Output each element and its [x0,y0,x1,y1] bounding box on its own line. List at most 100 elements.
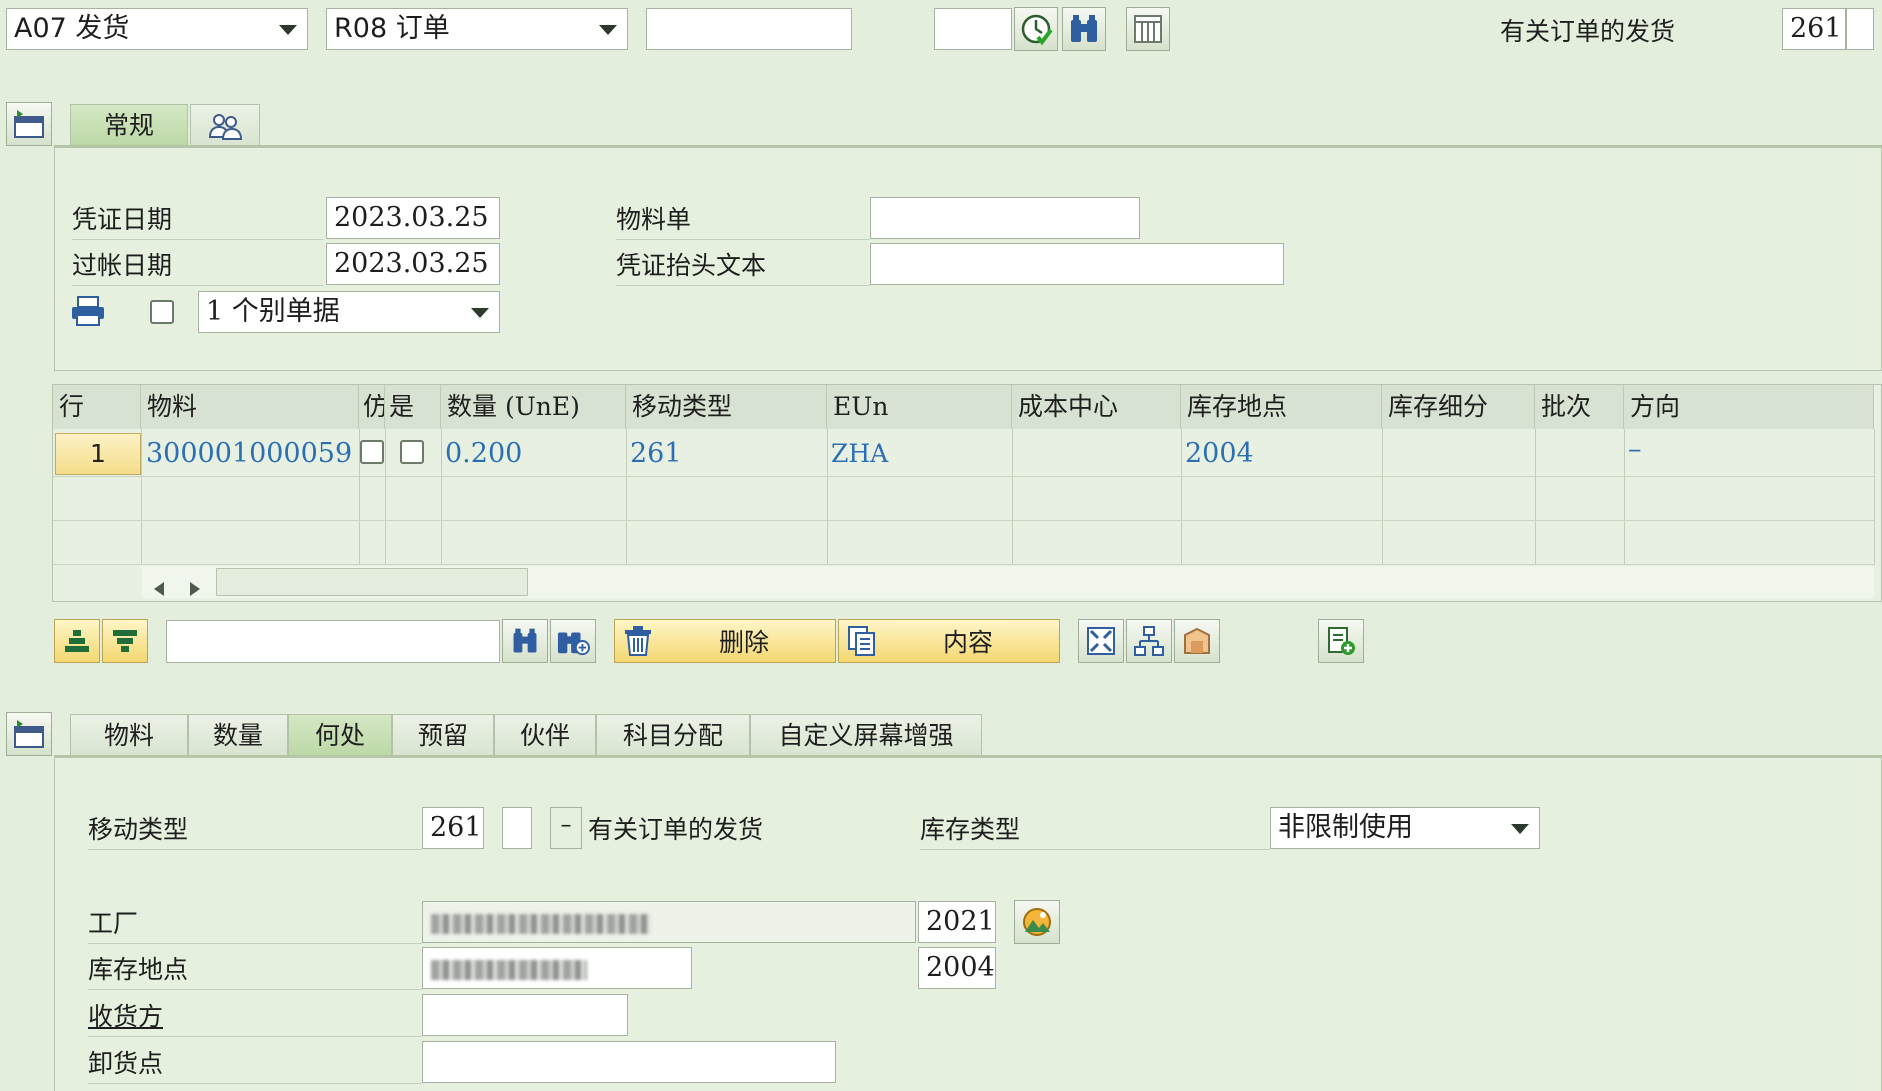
doc-date-label: 凭证日期 [72,200,324,240]
header-text-input[interactable] [870,243,1284,285]
movement-code[interactable]: 261 [1782,8,1846,50]
row-material[interactable]: 300001000059 [142,432,358,476]
plant-name [422,901,916,943]
print-option-value: 1 个别单据 [206,296,340,327]
tab-quantity[interactable]: 数量 [188,714,288,756]
row-line-number: 1 [90,439,106,468]
material-slip-label: 物料单 [616,200,870,240]
col-quantity: 数量 (UnE) [441,385,626,429]
stock-type-select[interactable]: 非限制使用 [1270,807,1540,849]
tab-material-label: 物料 [103,721,154,750]
find-next-icon[interactable] [550,619,596,663]
row-flag1-checkbox[interactable] [360,440,384,464]
row-cost-center[interactable] [1012,432,1180,476]
toggle-header-icon[interactable] [6,102,52,146]
mvt-type-special[interactable] [502,807,532,849]
action-select-value: A07 发货 [14,13,130,44]
doc-date-input[interactable]: 2023.03.25 [326,197,500,239]
scroll-left-icon[interactable] [152,574,166,603]
tab-material[interactable]: 物料 [70,714,188,756]
delete-button[interactable]: 删除 [614,619,836,663]
find-icon[interactable] [1062,7,1106,51]
post-date-label: 过帐日期 [72,246,324,286]
row-direction[interactable]: – [1624,428,1684,472]
deselect-all-icon[interactable] [102,619,148,663]
plant-label: 工厂 [88,904,422,944]
printer-icon[interactable] [70,295,106,333]
layout-icon[interactable] [1126,7,1170,51]
unload-point-input[interactable] [422,1041,836,1083]
tab-partner-detail[interactable]: 伙伴 [494,714,596,756]
col-movement-type: 移动类型 [626,385,827,429]
copy-icon [848,626,875,656]
tab-quantity-label: 数量 [212,721,263,750]
mvt-type-label: 移动类型 [88,810,422,850]
tab-general-label: 常规 [103,111,154,140]
check-icon[interactable] [1014,7,1058,51]
tab-general[interactable]: 常规 [70,104,188,146]
expand-icon[interactable] [1078,619,1124,663]
find-item-icon[interactable] [502,619,548,663]
scroll-thumb[interactable] [216,568,528,596]
tab-custom-enhancement[interactable]: 自定义屏幕增强 [750,714,982,756]
recipient-label[interactable]: 收货方 [88,997,422,1037]
mvt-type-input[interactable]: 261 [422,807,484,849]
add-document-icon[interactable] [1318,619,1364,663]
tab-account-assignment[interactable]: 科目分配 [596,714,750,756]
col-direction: 方向 [1624,385,1874,429]
storage-location-label: 库存地点 [88,950,422,990]
content-button[interactable]: 内容 [838,619,1060,663]
plant-overview-icon[interactable] [1014,900,1060,944]
storage-code-input[interactable]: 2004 [918,947,996,989]
row-stock-segment[interactable] [1382,432,1534,476]
item-search-input[interactable] [166,620,500,663]
plant-code-input[interactable]: 2021 [918,901,996,943]
col-unit: EUn [827,385,1012,429]
tab-reservation-label: 预留 [417,721,468,750]
storage-location-name [422,947,692,989]
row-selector[interactable]: 1 [55,433,141,475]
recipient-input[interactable] [422,994,628,1036]
print-option-select[interactable]: 1 个别单据 [198,291,500,333]
movement-extra[interactable] [1846,8,1874,50]
stock-type-label: 库存类型 [920,810,1270,850]
tab-account-assignment-label: 科目分配 [622,721,723,750]
col-stock-segment: 库存细分 [1382,385,1535,429]
action-select[interactable]: A07 发货 [6,8,308,50]
reference-select[interactable]: R08 订单 [326,8,628,50]
delete-label: 删除 [719,628,770,657]
tab-reservation[interactable]: 预留 [392,714,494,756]
tab-partner[interactable] [190,104,260,146]
material-slip-input[interactable] [870,197,1140,239]
header-text-label: 凭证抬头文本 [616,246,870,286]
row-movement-type[interactable]: 261 [626,432,826,476]
content-label: 内容 [943,628,994,657]
mvt-type-text: 有关订单的发货 [588,815,764,844]
toggle-detail-icon[interactable] [6,712,52,756]
small-input[interactable] [934,8,1012,50]
col-flag2: 是 [385,385,441,429]
tab-where-label: 何处 [314,721,365,750]
col-storage-location: 库存地点 [1181,385,1382,429]
col-line: 行 [53,385,141,429]
tab-custom-enhancement-label: 自定义屏幕增强 [778,721,954,750]
tab-where[interactable]: 何处 [288,714,392,756]
scroll-right-icon[interactable] [188,574,202,603]
reference-input[interactable] [646,8,852,50]
row-unit[interactable]: ZHA [827,432,1011,476]
row-quantity[interactable]: 0.200 [441,432,625,476]
select-all-icon[interactable] [54,619,100,663]
stock-icon[interactable] [1174,619,1220,663]
row-flag2-checkbox[interactable] [400,440,424,464]
col-flag1: 仿 [359,385,385,429]
row-storage-location[interactable]: 2004 [1181,432,1381,476]
post-date-input[interactable]: 2023.03.25 [326,243,500,285]
movement-description: 有关订单的发货 [1500,17,1676,46]
print-checkbox[interactable] [150,300,174,324]
stock-type-value: 非限制使用 [1278,812,1413,843]
row-batch[interactable] [1535,432,1623,476]
hierarchy-icon[interactable] [1126,619,1172,663]
tab-partner-detail-label: 伙伴 [519,721,570,750]
trash-icon [625,626,651,656]
unload-point-label: 卸货点 [88,1044,422,1084]
